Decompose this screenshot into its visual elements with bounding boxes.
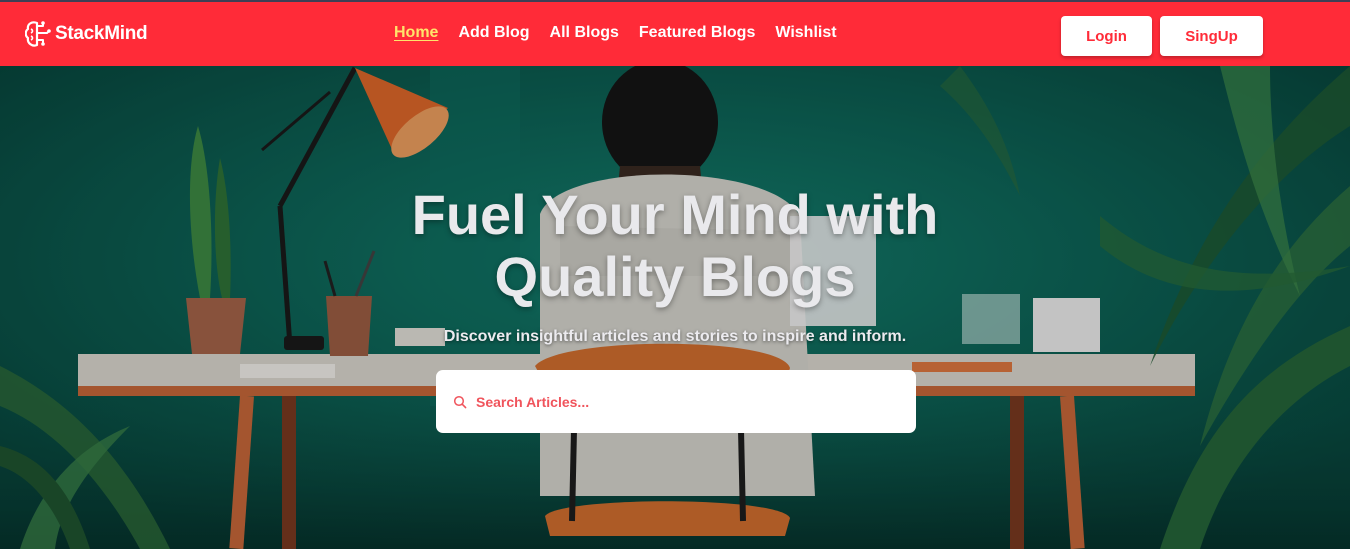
hero-title: Fuel Your Mind with Quality Blogs [0, 184, 1350, 308]
login-button[interactable]: Login [1061, 16, 1152, 56]
navbar: StackMind Home Add Blog All Blogs Featur… [0, 0, 1350, 66]
hero-title-line2: Quality Blogs [494, 245, 856, 308]
nav-add-blog[interactable]: Add Blog [458, 24, 529, 42]
nav-home[interactable]: Home [394, 24, 438, 42]
brand-name: StackMind [55, 23, 148, 44]
nav-featured-blogs[interactable]: Featured Blogs [639, 24, 755, 42]
brain-icon [25, 21, 51, 47]
main-nav: Home Add Blog All Blogs Featured Blogs W… [394, 24, 837, 42]
hero-section: Fuel Your Mind with Quality Blogs Discov… [0, 66, 1350, 549]
hero-title-line1: Fuel Your Mind with [411, 183, 939, 246]
hero-subtitle: Discover insightful articles and stories… [443, 328, 907, 345]
nav-wishlist[interactable]: Wishlist [775, 24, 836, 42]
brand-logo[interactable]: StackMind [25, 19, 148, 49]
nav-all-blogs[interactable]: All Blogs [550, 24, 619, 42]
search-bar [436, 370, 916, 433]
search-input[interactable] [474, 380, 916, 423]
search-icon [453, 395, 467, 408]
signup-button[interactable]: SingUp [1160, 16, 1263, 56]
